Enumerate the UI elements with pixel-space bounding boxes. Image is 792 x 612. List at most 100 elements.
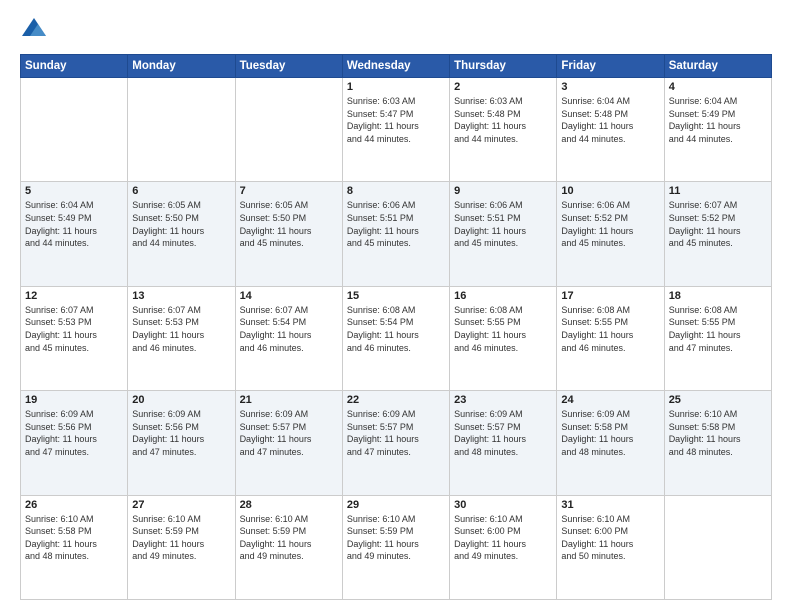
day-number: 13 bbox=[132, 290, 230, 302]
day-number: 4 bbox=[669, 81, 767, 93]
day-info: Sunrise: 6:03 AM Sunset: 5:47 PM Dayligh… bbox=[347, 95, 445, 145]
day-number: 2 bbox=[454, 81, 552, 93]
day-info: Sunrise: 6:04 AM Sunset: 5:48 PM Dayligh… bbox=[561, 95, 659, 145]
calendar-cell: 26Sunrise: 6:10 AM Sunset: 5:58 PM Dayli… bbox=[21, 495, 128, 599]
day-info: Sunrise: 6:10 AM Sunset: 5:58 PM Dayligh… bbox=[669, 408, 767, 458]
calendar-cell: 23Sunrise: 6:09 AM Sunset: 5:57 PM Dayli… bbox=[450, 391, 557, 495]
day-info: Sunrise: 6:08 AM Sunset: 5:55 PM Dayligh… bbox=[454, 304, 552, 354]
day-info: Sunrise: 6:10 AM Sunset: 5:59 PM Dayligh… bbox=[240, 513, 338, 563]
day-number: 28 bbox=[240, 499, 338, 511]
day-number: 9 bbox=[454, 185, 552, 197]
calendar-cell bbox=[128, 78, 235, 182]
day-number: 8 bbox=[347, 185, 445, 197]
day-info: Sunrise: 6:09 AM Sunset: 5:57 PM Dayligh… bbox=[347, 408, 445, 458]
weekday-header-tuesday: Tuesday bbox=[235, 55, 342, 78]
calendar-cell: 22 Sunrise: 6:09 AM Sunset: 5:57 PM Dayli… bbox=[342, 391, 449, 495]
day-number: 22 bbox=[347, 394, 445, 406]
day-info: Sunrise: 6:04 AM Sunset: 5:49 PM Dayligh… bbox=[669, 95, 767, 145]
day-number: 11 bbox=[669, 185, 767, 197]
day-number: 6 bbox=[132, 185, 230, 197]
calendar-cell: 17 Sunrise: 6:08 AM Sunset: 5:55 PM Dayli… bbox=[557, 286, 664, 390]
calendar-cell: 4 Sunrise: 6:04 AM Sunset: 5:49 PM Daylig… bbox=[664, 78, 771, 182]
calendar-cell: 25 Sunrise: 6:10 AM Sunset: 5:58 PM Dayli… bbox=[664, 391, 771, 495]
day-info: Sunrise: 6:08 AM Sunset: 5:55 PM Dayligh… bbox=[669, 304, 767, 354]
day-info: Sunrise: 6:08 AM Sunset: 5:54 PM Dayligh… bbox=[347, 304, 445, 354]
day-info: Sunrise: 6:07 AM Sunset: 5:54 PM Dayligh… bbox=[240, 304, 338, 354]
day-info: Sunrise: 6:10 AM Sunset: 5:59 PM Dayligh… bbox=[132, 513, 230, 563]
calendar-cell: 11 Sunrise: 6:07 AM Sunset: 5:52 PM Dayli… bbox=[664, 182, 771, 286]
weekday-header-monday: Monday bbox=[128, 55, 235, 78]
calendar-cell: 9 Sunrise: 6:06 AM Sunset: 5:51 PM Daylig… bbox=[450, 182, 557, 286]
day-info: Sunrise: 6:06 AM Sunset: 5:52 PM Dayligh… bbox=[561, 199, 659, 249]
day-info: Sunrise: 6:06 AM Sunset: 5:51 PM Dayligh… bbox=[454, 199, 552, 249]
day-number: 14 bbox=[240, 290, 338, 302]
weekday-header-thursday: Thursday bbox=[450, 55, 557, 78]
day-info: Sunrise: 6:10 AM Sunset: 6:00 PM Dayligh… bbox=[454, 513, 552, 563]
day-info: Sunrise: 6:08 AM Sunset: 5:55 PM Dayligh… bbox=[561, 304, 659, 354]
calendar-week-3: 12 Sunrise: 6:07 AM Sunset: 5:53 PM Dayli… bbox=[21, 286, 772, 390]
day-info: Sunrise: 6:10 AM Sunset: 6:00 PM Dayligh… bbox=[561, 513, 659, 563]
logo bbox=[20, 16, 52, 44]
header bbox=[20, 16, 772, 44]
day-info: Sunrise: 6:03 AM Sunset: 5:48 PM Dayligh… bbox=[454, 95, 552, 145]
weekday-header-sunday: Sunday bbox=[21, 55, 128, 78]
calendar-week-2: 5Sunrise: 6:04 AM Sunset: 5:49 PM Daylig… bbox=[21, 182, 772, 286]
calendar-cell: 31 Sunrise: 6:10 AM Sunset: 6:00 PM Dayli… bbox=[557, 495, 664, 599]
calendar-cell: 6 Sunrise: 6:05 AM Sunset: 5:50 PM Daylig… bbox=[128, 182, 235, 286]
calendar-cell: 5Sunrise: 6:04 AM Sunset: 5:49 PM Daylig… bbox=[21, 182, 128, 286]
day-number: 27 bbox=[132, 499, 230, 511]
day-number: 25 bbox=[669, 394, 767, 406]
calendar-cell: 13 Sunrise: 6:07 AM Sunset: 5:53 PM Dayli… bbox=[128, 286, 235, 390]
day-info: Sunrise: 6:07 AM Sunset: 5:53 PM Dayligh… bbox=[25, 304, 123, 354]
day-info: Sunrise: 6:09 AM Sunset: 5:56 PM Dayligh… bbox=[132, 408, 230, 458]
calendar-cell: 7Sunrise: 6:05 AM Sunset: 5:50 PM Daylig… bbox=[235, 182, 342, 286]
day-info: Sunrise: 6:10 AM Sunset: 5:58 PM Dayligh… bbox=[25, 513, 123, 563]
calendar-header-row: SundayMondayTuesdayWednesdayThursdayFrid… bbox=[21, 55, 772, 78]
day-number: 30 bbox=[454, 499, 552, 511]
day-info: Sunrise: 6:05 AM Sunset: 5:50 PM Dayligh… bbox=[132, 199, 230, 249]
day-number: 23 bbox=[454, 394, 552, 406]
day-number: 29 bbox=[347, 499, 445, 511]
calendar-cell: 30 Sunrise: 6:10 AM Sunset: 6:00 PM Dayli… bbox=[450, 495, 557, 599]
calendar-cell: 10 Sunrise: 6:06 AM Sunset: 5:52 PM Dayli… bbox=[557, 182, 664, 286]
day-number: 24 bbox=[561, 394, 659, 406]
day-info: Sunrise: 6:09 AM Sunset: 5:58 PM Dayligh… bbox=[561, 408, 659, 458]
day-info: Sunrise: 6:09 AM Sunset: 5:57 PM Dayligh… bbox=[240, 408, 338, 458]
calendar-cell: 15Sunrise: 6:08 AM Sunset: 5:54 PM Dayli… bbox=[342, 286, 449, 390]
calendar-cell: 20 Sunrise: 6:09 AM Sunset: 5:56 PM Dayli… bbox=[128, 391, 235, 495]
calendar-week-4: 19 Sunrise: 6:09 AM Sunset: 5:56 PM Dayli… bbox=[21, 391, 772, 495]
calendar-week-5: 26Sunrise: 6:10 AM Sunset: 5:58 PM Dayli… bbox=[21, 495, 772, 599]
calendar-cell bbox=[664, 495, 771, 599]
day-number: 19 bbox=[25, 394, 123, 406]
day-number: 3 bbox=[561, 81, 659, 93]
day-info: Sunrise: 6:10 AM Sunset: 5:59 PM Dayligh… bbox=[347, 513, 445, 563]
day-number: 20 bbox=[132, 394, 230, 406]
day-number: 21 bbox=[240, 394, 338, 406]
day-number: 31 bbox=[561, 499, 659, 511]
day-info: Sunrise: 6:06 AM Sunset: 5:51 PM Dayligh… bbox=[347, 199, 445, 249]
day-info: Sunrise: 6:07 AM Sunset: 5:53 PM Dayligh… bbox=[132, 304, 230, 354]
calendar-cell: 27 Sunrise: 6:10 AM Sunset: 5:59 PM Dayli… bbox=[128, 495, 235, 599]
day-number: 17 bbox=[561, 290, 659, 302]
calendar-cell: 14 Sunrise: 6:07 AM Sunset: 5:54 PM Dayli… bbox=[235, 286, 342, 390]
calendar-cell: 28 Sunrise: 6:10 AM Sunset: 5:59 PM Dayli… bbox=[235, 495, 342, 599]
day-number: 1 bbox=[347, 81, 445, 93]
calendar-cell: 24 Sunrise: 6:09 AM Sunset: 5:58 PM Dayli… bbox=[557, 391, 664, 495]
day-number: 12 bbox=[25, 290, 123, 302]
day-info: Sunrise: 6:04 AM Sunset: 5:49 PM Dayligh… bbox=[25, 199, 123, 249]
logo-icon bbox=[20, 16, 48, 44]
calendar-cell bbox=[21, 78, 128, 182]
calendar-week-1: 1 Sunrise: 6:03 AM Sunset: 5:47 PM Daylig… bbox=[21, 78, 772, 182]
day-number: 16 bbox=[454, 290, 552, 302]
calendar-cell: 19Sunrise: 6:09 AM Sunset: 5:56 PM Dayli… bbox=[21, 391, 128, 495]
calendar-cell: 18Sunrise: 6:08 AM Sunset: 5:55 PM Dayli… bbox=[664, 286, 771, 390]
calendar-cell: 2 Sunrise: 6:03 AM Sunset: 5:48 PM Daylig… bbox=[450, 78, 557, 182]
weekday-header-friday: Friday bbox=[557, 55, 664, 78]
day-number: 10 bbox=[561, 185, 659, 197]
day-info: Sunrise: 6:07 AM Sunset: 5:52 PM Dayligh… bbox=[669, 199, 767, 249]
calendar-cell: 3 Sunrise: 6:04 AM Sunset: 5:48 PM Daylig… bbox=[557, 78, 664, 182]
calendar-cell: 16 Sunrise: 6:08 AM Sunset: 5:55 PM Dayli… bbox=[450, 286, 557, 390]
weekday-header-saturday: Saturday bbox=[664, 55, 771, 78]
weekday-header-wednesday: Wednesday bbox=[342, 55, 449, 78]
calendar-cell: 29 Sunrise: 6:10 AM Sunset: 5:59 PM Dayli… bbox=[342, 495, 449, 599]
